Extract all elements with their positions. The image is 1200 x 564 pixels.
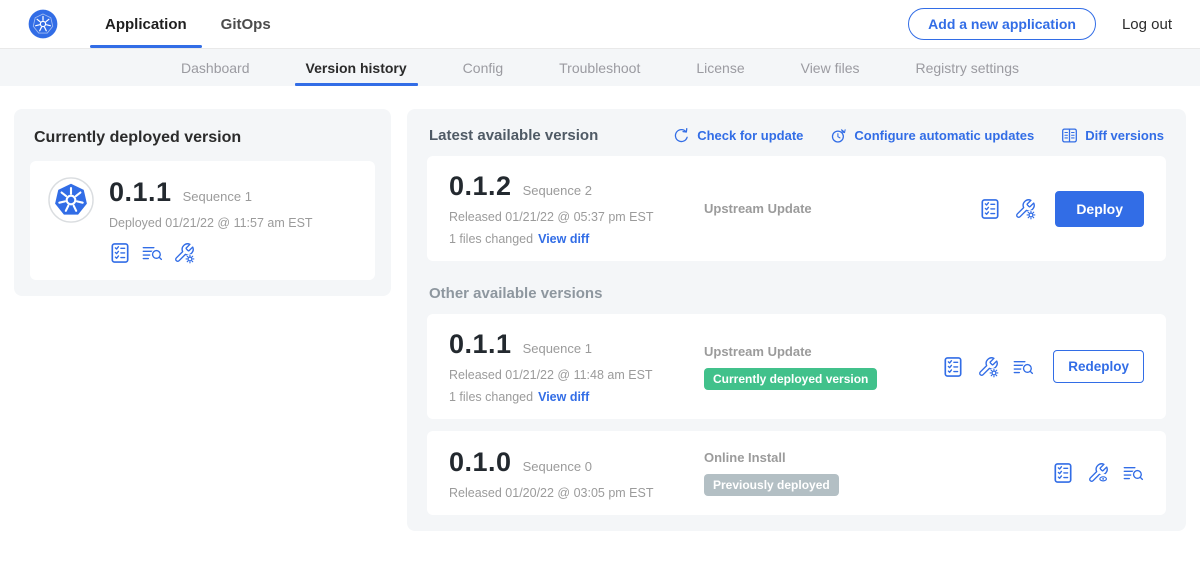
- topnav-tab-gitops[interactable]: GitOps: [204, 0, 288, 48]
- version-status: Upstream Update: [704, 201, 979, 216]
- subnav-tab-registry-settings[interactable]: Registry settings: [888, 49, 1047, 86]
- sequence-label: Sequence 1: [523, 341, 592, 356]
- status-badge: Currently deployed version: [704, 368, 877, 390]
- preflight-checks-icon[interactable]: [109, 242, 131, 264]
- deployed-version-card: 0.1.1 Sequence 1 Deployed 01/21/22 @ 11:…: [30, 161, 375, 280]
- panel-actions: Check for update Configure automatic upda…: [673, 127, 1164, 144]
- kubernetes-logo: [28, 0, 58, 48]
- released-timestamp: Released 01/21/22 @ 05:37 pm EST: [449, 210, 704, 224]
- version-actions: Redeploy: [942, 350, 1144, 383]
- deployed-timestamp: Deployed 01/21/22 @ 11:57 am EST: [109, 216, 313, 230]
- sub-nav: DashboardVersion historyConfigTroublesho…: [0, 49, 1200, 86]
- version-card-0-1-0: 0.1.0 Sequence 0 Released 01/20/22 @ 03:05…: [427, 431, 1166, 515]
- deployed-version-number: 0.1.1: [109, 177, 172, 208]
- deploy-button[interactable]: Deploy: [1055, 191, 1144, 227]
- view-config-icon[interactable]: [1087, 462, 1109, 484]
- add-application-button[interactable]: Add a new application: [908, 8, 1096, 40]
- top-nav: ApplicationGitOps Add a new application …: [0, 0, 1200, 49]
- diff-versions-icon: [1061, 127, 1078, 144]
- released-timestamp: Released 01/21/22 @ 11:48 am EST: [449, 368, 704, 382]
- diff-versions-link[interactable]: Diff versions: [1061, 127, 1164, 144]
- topnav-tabs: ApplicationGitOps: [88, 0, 288, 48]
- edit-config-icon[interactable]: [173, 242, 195, 264]
- deploy-logs-icon[interactable]: [1122, 462, 1144, 484]
- version-source: Online Install: [704, 450, 1042, 465]
- deployed-icon-row: [109, 242, 313, 264]
- deployed-panel-title: Currently deployed version: [34, 129, 375, 147]
- subnav-tab-config[interactable]: Config: [435, 49, 531, 86]
- sequence-label: Sequence 0: [523, 459, 592, 474]
- subnav-tab-license[interactable]: License: [668, 49, 772, 86]
- version-number: 0.1.1: [449, 329, 512, 360]
- version-actions: [1052, 462, 1144, 484]
- refresh-icon: [673, 127, 690, 144]
- status-badge: Previously deployed: [704, 474, 839, 496]
- files-changed-text: 1 files changed: [449, 390, 533, 404]
- configure-automatic-updates-link[interactable]: Configure automatic updates: [830, 127, 1034, 144]
- deploy-logs-icon[interactable]: [1012, 356, 1034, 378]
- subnav-tab-dashboard[interactable]: Dashboard: [153, 49, 278, 86]
- version-info: 0.1.2 Sequence 2 Released 01/21/22 @ 05:37…: [449, 171, 704, 246]
- deployed-sequence-label: Sequence 1: [183, 189, 252, 204]
- version-number: 0.1.0: [449, 447, 512, 478]
- main-content: Currently deployed version 0.1.1 Sequenc…: [0, 86, 1200, 554]
- version-status: Upstream Update Currently deployed versio…: [704, 344, 942, 390]
- version-card-0-1-1: 0.1.1 Sequence 1 Released 01/21/22 @ 11:48…: [427, 314, 1166, 419]
- preflight-checks-icon[interactable]: [942, 356, 964, 378]
- version-card-0-1-2: 0.1.2 Sequence 2 Released 01/21/22 @ 05:37…: [427, 156, 1166, 261]
- version-info: 0.1.0 Sequence 0 Released 01/20/22 @ 03:05…: [449, 447, 704, 500]
- released-timestamp: Released 01/20/22 @ 03:05 pm EST: [449, 486, 704, 500]
- edit-config-icon[interactable]: [977, 356, 999, 378]
- preflight-checks-icon[interactable]: [979, 198, 1001, 220]
- version-status: Online Install Previously deployed: [704, 450, 1052, 496]
- subnav-tab-version-history[interactable]: Version history: [278, 49, 435, 86]
- subnav-tab-troubleshoot[interactable]: Troubleshoot: [531, 49, 668, 86]
- version-number: 0.1.2: [449, 171, 512, 202]
- other-versions-title: Other available versions: [429, 285, 1164, 302]
- view-diff-link[interactable]: View diff: [538, 232, 589, 246]
- logout-link[interactable]: Log out: [1122, 16, 1172, 33]
- sequence-label: Sequence 2: [523, 183, 592, 198]
- kubernetes-app-logo: [48, 177, 94, 228]
- action-label: Check for update: [697, 128, 803, 143]
- deploy-logs-icon[interactable]: [141, 242, 163, 264]
- view-diff-link[interactable]: View diff: [538, 390, 589, 404]
- version-info: 0.1.1 Sequence 1 Released 01/21/22 @ 11:48…: [449, 329, 704, 404]
- redeploy-button[interactable]: Redeploy: [1053, 350, 1144, 383]
- action-label: Diff versions: [1085, 128, 1164, 143]
- action-label: Configure automatic updates: [854, 128, 1034, 143]
- available-versions-panel: Latest available version Check for updat…: [407, 109, 1186, 531]
- update-schedule-icon: [830, 127, 847, 144]
- latest-available-title: Latest available version: [429, 127, 598, 144]
- subnav-tab-view-files[interactable]: View files: [773, 49, 888, 86]
- version-source: Upstream Update: [704, 344, 932, 359]
- version-actions: Deploy: [979, 191, 1144, 227]
- check-for-update-link[interactable]: Check for update: [673, 127, 803, 144]
- currently-deployed-panel: Currently deployed version 0.1.1 Sequenc…: [14, 109, 391, 296]
- files-changed-text: 1 files changed: [449, 232, 533, 246]
- preflight-checks-icon[interactable]: [1052, 462, 1074, 484]
- topnav-tab-application[interactable]: Application: [88, 0, 204, 48]
- edit-config-icon[interactable]: [1014, 198, 1036, 220]
- version-source: Upstream Update: [704, 201, 969, 216]
